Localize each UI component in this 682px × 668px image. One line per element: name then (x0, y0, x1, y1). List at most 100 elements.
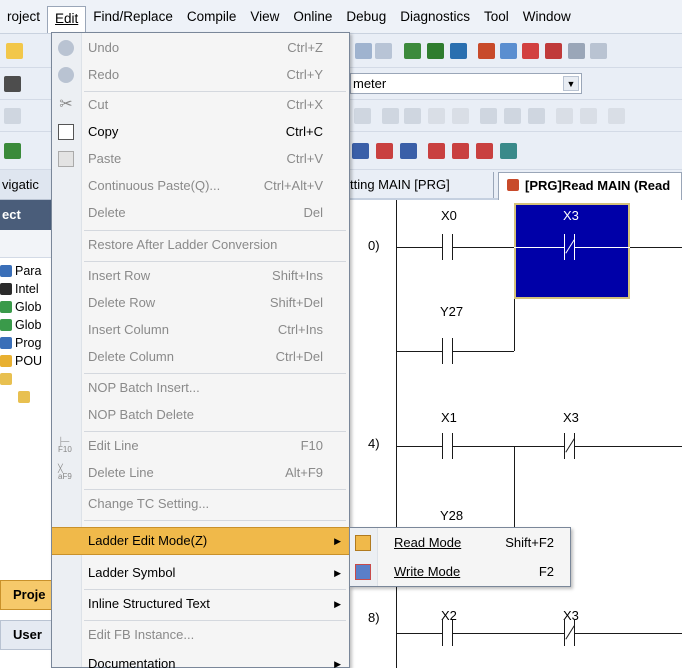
run-icon[interactable] (478, 43, 495, 59)
rise-icon[interactable] (480, 108, 497, 124)
menu-item-delete-column[interactable]: Delete Column Ctrl+Del (52, 344, 349, 370)
menu-item-edit-fb-instance[interactable]: Edit FB Instance... (52, 622, 349, 648)
fall-icon[interactable] (504, 108, 521, 124)
device-use-icon[interactable] (500, 143, 517, 159)
cross-ref2-icon[interactable] (452, 143, 469, 159)
contact-f5-icon[interactable] (4, 108, 21, 124)
menu-item-insert-row[interactable]: Insert Row Shift+Ins (52, 263, 349, 289)
menu-item-ladder-symbol[interactable]: Ladder Symbol ▶ (52, 560, 349, 586)
contact-label-x2: X2 (441, 608, 457, 623)
tree-item-global-1[interactable]: Glob (0, 298, 41, 316)
menu-item-documentation[interactable]: Documentation ▶ (52, 651, 349, 668)
contact-label-x0: X0 (441, 208, 457, 223)
ladder-icon[interactable] (4, 143, 21, 159)
stop-icon[interactable] (500, 43, 517, 59)
menu-item-cut[interactable]: ✂ Cut Ctrl+X (52, 92, 349, 118)
monitor-write-icon[interactable] (545, 43, 562, 59)
delete-line-tb-icon[interactable] (580, 108, 597, 124)
submenu-arrow-icon: ▶ (334, 536, 341, 546)
menu-item-delete-row[interactable]: Delete Row Shift+Del (52, 290, 349, 316)
contact-f6-icon[interactable] (354, 108, 371, 124)
menu-item-paste[interactable]: Paste Ctrl+V (52, 146, 349, 172)
table-icon[interactable] (352, 143, 369, 159)
tree-item-intelligent[interactable]: Intel (0, 280, 39, 298)
tree-folder-child[interactable] (18, 388, 33, 406)
menu-item-ladder-edit-mode[interactable]: Ladder Edit Mode(Z) ▶ (52, 527, 349, 555)
program-icon (0, 337, 12, 349)
submenu-arrow-icon: ▶ (334, 659, 341, 668)
menu-item-nop-batch-insert[interactable]: NOP Batch Insert... (52, 375, 349, 401)
menu-edit[interactable]: Edit (47, 6, 87, 33)
redo-icon (58, 67, 74, 83)
menu-item-read-mode[interactable]: Read Mode Shift+F2 (350, 529, 570, 557)
cross-ref-icon[interactable] (428, 143, 445, 159)
invert-icon[interactable] (528, 108, 545, 124)
device-list-icon[interactable] (476, 143, 493, 159)
verify-plc-icon[interactable] (450, 43, 467, 59)
menu-item-restore-after-conversion[interactable]: Restore After Ladder Conversion (52, 232, 349, 258)
write-plc-icon[interactable] (404, 43, 421, 59)
tree-item-pou[interactable]: POU (0, 352, 42, 370)
contact-label-y27: Y27 (440, 304, 464, 319)
save-icon[interactable] (355, 43, 372, 59)
monitor-icon[interactable] (522, 43, 539, 59)
pulse-contact-icon[interactable] (382, 108, 399, 124)
document-tabs: tting MAIN [PRG] [PRG]Read MAIN (Read (348, 170, 682, 200)
step-number-8: 8) (368, 610, 380, 625)
menu-tool[interactable]: Tool (477, 5, 516, 29)
menu-online[interactable]: Online (286, 5, 339, 29)
trace-icon[interactable] (590, 43, 607, 59)
menu-item-redo[interactable]: Redo Ctrl+Y (52, 62, 349, 88)
parameter-icon (0, 265, 12, 277)
menu-find-replace[interactable]: Find/Replace (86, 5, 180, 29)
line-f10-icon[interactable] (556, 108, 573, 124)
monitor-stop-icon[interactable] (568, 43, 585, 59)
pulse-neg-icon[interactable] (404, 108, 421, 124)
parameter-combo[interactable]: meter ▼ (350, 73, 582, 94)
menu-item-inline-structured-text[interactable]: Inline Structured Text ▶ (52, 591, 349, 617)
menu-item-insert-column[interactable]: Insert Column Ctrl+Ins (52, 317, 349, 343)
online-icon[interactable] (375, 43, 392, 59)
menu-debug[interactable]: Debug (339, 5, 393, 29)
contact-label-x3: X3 (563, 208, 579, 223)
menu-item-undo[interactable]: Undo Ctrl+Z (52, 35, 349, 61)
menu-item-continuous-paste[interactable]: Continuous Paste(Q)... Ctrl+Alt+V (52, 173, 349, 199)
menu-item-nop-batch-delete[interactable]: NOP Batch Delete (52, 402, 349, 428)
menu-item-edit-line[interactable]: ├─ F10 Edit Line F10 (52, 433, 349, 459)
dev-replace-icon[interactable] (400, 143, 417, 159)
tree-item-global-2[interactable]: Glob (0, 316, 41, 334)
tree-item-parameter[interactable]: Para (0, 262, 41, 280)
tab-read-main[interactable]: [PRG]Read MAIN (Read (498, 172, 682, 200)
menu-item-change-tc-setting[interactable]: Change TC Setting... (52, 491, 349, 517)
read-mode-icon (355, 535, 371, 551)
combo-arrow-icon[interactable]: ▼ (563, 76, 579, 91)
menu-item-delete-line[interactable]: ╳ aF9 Delete Line Alt+F9 (52, 460, 349, 486)
menu-diagnostics[interactable]: Diagnostics (393, 5, 477, 29)
tab-setting-main[interactable]: tting MAIN [PRG] (348, 172, 494, 198)
edit-line-icon: ├─ F10 (58, 437, 72, 454)
menu-compile[interactable]: Compile (180, 5, 244, 29)
read-plc-icon[interactable] (427, 43, 444, 59)
ladder-editor[interactable]: 0) X0 X3 Y27 4) X1 X3 Y28 8) X2 X3 (348, 200, 682, 668)
open-icon[interactable] (6, 43, 23, 59)
menu-item-delete[interactable]: Delete Del (52, 200, 349, 226)
grid-icon[interactable] (4, 76, 21, 92)
contact-label-x3-b: X3 (563, 410, 579, 425)
inst-icon[interactable] (608, 108, 625, 124)
delete-line-icon: ╳ aF9 (58, 464, 72, 481)
step-number-4: 4) (368, 436, 380, 451)
menu-project[interactable]: roject (0, 5, 47, 29)
tree-item-program[interactable]: Prog (0, 334, 41, 352)
contact-label-x3-c: X3 (563, 608, 579, 623)
pulse-f8-icon[interactable] (452, 108, 469, 124)
global-icon (0, 301, 12, 313)
pulse-f7-icon[interactable] (428, 108, 445, 124)
menu-view[interactable]: View (243, 5, 286, 29)
intelligent-icon (0, 283, 12, 295)
menu-item-write-mode[interactable]: Write Mode F2 (350, 558, 570, 586)
folder-icon (0, 373, 12, 385)
menu-item-copy[interactable]: Copy Ctrl+C (52, 119, 349, 145)
menu-window[interactable]: Window (516, 5, 578, 29)
tree-folder[interactable] (0, 370, 15, 388)
dev-search-icon[interactable] (376, 143, 393, 159)
